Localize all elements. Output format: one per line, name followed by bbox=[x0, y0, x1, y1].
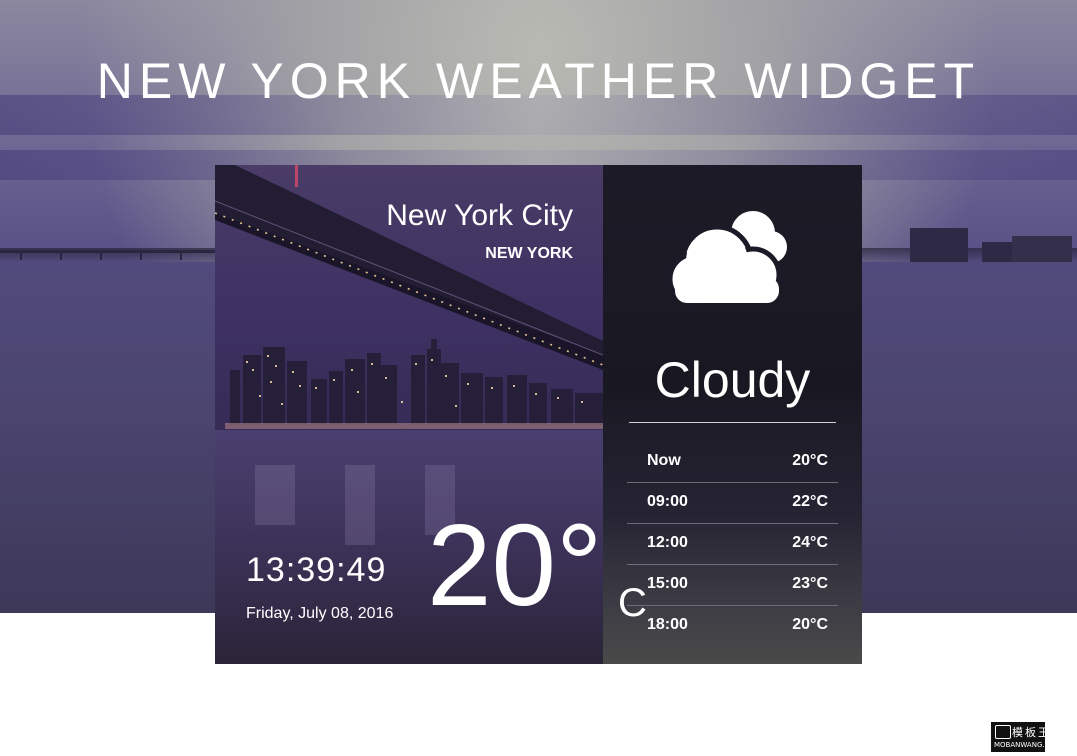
background-pier bbox=[0, 250, 215, 260]
forecast-time: 18:00 bbox=[647, 616, 688, 633]
forecast-time: 15:00 bbox=[647, 575, 688, 592]
city-photo-panel: New York City NEW YORK 13:39:49 Friday, … bbox=[215, 165, 603, 664]
current-date: Friday, July 08, 2016 bbox=[246, 605, 394, 622]
page-title: NEW YORK WEATHER WIDGET bbox=[96, 53, 981, 109]
forecast-row: Now 20°C bbox=[627, 442, 838, 483]
site-logo-badge[interactable]: 模板王 MOBANWANG.COM bbox=[991, 722, 1061, 752]
forecast-temp: 24°C bbox=[792, 534, 828, 551]
forecast-time: Now bbox=[647, 452, 681, 469]
cloud-icon bbox=[667, 211, 787, 307]
forecast-time: 09:00 bbox=[647, 493, 688, 510]
current-temperature: 20° bbox=[427, 500, 603, 630]
forecast-time: 12:00 bbox=[647, 534, 688, 551]
forecast-row: 09:00 22°C bbox=[627, 483, 838, 524]
state-name: NEW YORK bbox=[485, 245, 573, 262]
forecast-temp: 20°C bbox=[792, 616, 828, 633]
temperature-unit: C bbox=[618, 581, 647, 625]
logo-text: 模板王 bbox=[1012, 726, 1051, 739]
logo-icon bbox=[995, 725, 1011, 739]
city-name: New York City bbox=[386, 199, 573, 232]
weather-widget: New York City NEW YORK 13:39:49 Friday, … bbox=[215, 165, 862, 664]
forecast-temp: 22°C bbox=[792, 493, 828, 510]
background-skyline bbox=[910, 228, 1072, 262]
forecast-row: 18:00 20°C bbox=[627, 606, 838, 646]
current-time: 13:39:49 bbox=[246, 551, 387, 589]
forecast-row: 12:00 24°C bbox=[627, 524, 838, 565]
forecast-temp: 20°C bbox=[792, 452, 828, 469]
forecast-temp: 23°C bbox=[792, 575, 828, 592]
weather-condition: Cloudy bbox=[654, 352, 811, 408]
logo-subtext: MOBANWANG.COM bbox=[994, 741, 1062, 749]
hourly-forecast-list: Now 20°C 09:00 22°C 12:00 24°C 15:00 23°… bbox=[627, 442, 838, 646]
divider bbox=[629, 422, 836, 423]
forecast-row: 15:00 23°C bbox=[627, 565, 838, 606]
